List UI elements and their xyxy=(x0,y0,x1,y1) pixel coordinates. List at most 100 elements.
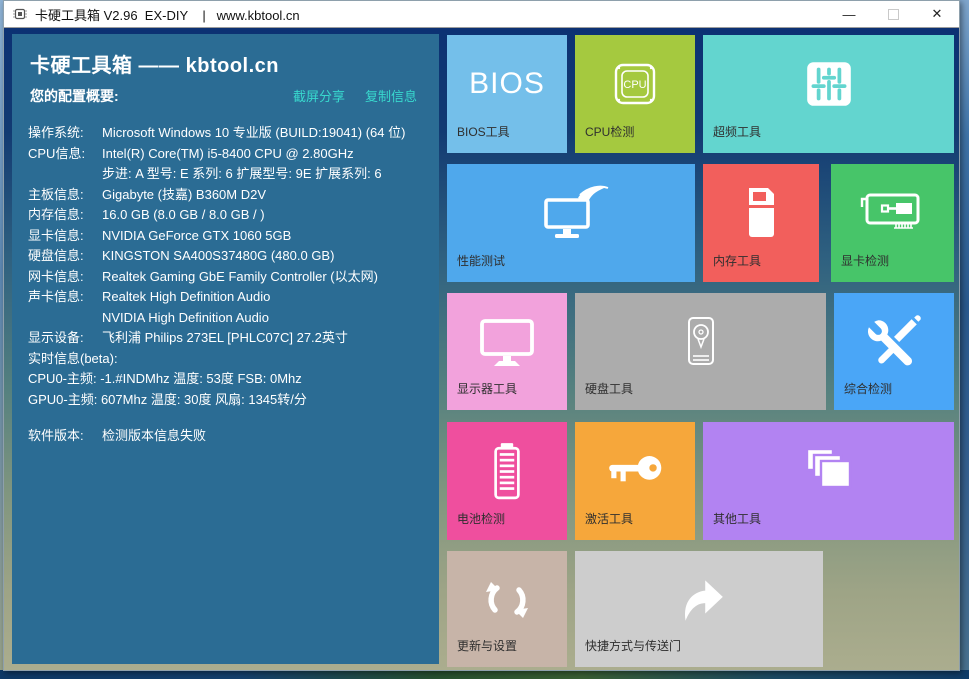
tile-label: 硬盘工具 xyxy=(585,380,633,397)
info-line: 网卡信息:Realtek Gaming GbE Family Controlle… xyxy=(28,267,423,288)
minimize-button[interactable]: — xyxy=(827,1,871,27)
copy-info-link[interactable]: 复制信息 xyxy=(365,86,417,105)
info-line: 主板信息:Gigabyte (技嘉) B360M D2V xyxy=(28,185,423,206)
tile-cpu-detect[interactable]: CPU CPU检测 xyxy=(575,35,695,153)
key-icon xyxy=(575,436,695,506)
info-label: 显卡信息: xyxy=(28,226,102,247)
info-label: 硬盘信息: xyxy=(28,246,102,267)
tile-comprehensive-detect[interactable]: 综合检测 xyxy=(834,293,954,410)
screenshot-share-link[interactable]: 截屏分享 xyxy=(293,86,345,105)
tile-label: 超频工具 xyxy=(713,123,761,140)
info-value: Realtek High Definition Audio xyxy=(102,287,423,308)
curved-arrow-icon xyxy=(575,565,823,635)
info-value: NVIDIA GeForce GTX 1060 5GB xyxy=(102,226,423,247)
tile-performance-test[interactable]: 性能测试 xyxy=(447,164,695,282)
info-spacer xyxy=(28,410,423,426)
svg-text:CPU: CPU xyxy=(623,79,646,91)
tile-label: 快捷方式与传送门 xyxy=(585,637,681,654)
maximize-button[interactable] xyxy=(871,1,915,27)
window-controls: — ✕ xyxy=(827,1,959,27)
main-content: 卡硬工具箱 —— kbtool.cn 您的配置概要: 截屏分享 复制信息 操作系统… xyxy=(4,28,959,670)
info-label xyxy=(28,164,102,185)
info-value: Microsoft Windows 10 专业版 (BUILD:19041) (… xyxy=(102,123,423,144)
info-line: 内存信息:16.0 GB (8.0 GB / 8.0 GB / ) xyxy=(28,205,423,226)
info-value: Realtek Gaming GbE Family Controller (以太… xyxy=(102,267,423,288)
sliders-icon xyxy=(703,49,954,119)
panel-title: 卡硬工具箱 —— kbtool.cn xyxy=(30,49,423,78)
info-label: 主板信息: xyxy=(28,185,102,206)
info-line: 显卡信息:NVIDIA GeForce GTX 1060 5GB xyxy=(28,226,423,247)
info-label: 显示设备: xyxy=(28,328,102,349)
tile-label: CPU检测 xyxy=(585,123,634,140)
tile-label: 综合检测 xyxy=(844,380,892,397)
tile-activation-tools[interactable]: 激活工具 xyxy=(575,422,695,540)
titlebar: 卡硬工具箱 V2.96 EX-DIY | www.kbtool.cn — ✕ xyxy=(4,1,959,28)
panel-links: 截屏分享 复制信息 xyxy=(293,86,423,105)
tile-other-tools[interactable]: 其他工具 xyxy=(703,422,954,540)
info-line: 声卡信息:Realtek High Definition Audio xyxy=(28,287,423,308)
monitor-icon xyxy=(447,307,567,377)
info-value: KINGSTON SA400S37480G (480.0 GB) xyxy=(102,246,423,267)
tile-shortcuts-portal[interactable]: 快捷方式与传送门 xyxy=(575,551,823,667)
info-lines: 操作系统:Microsoft Windows 10 专业版 (BUILD:190… xyxy=(28,123,423,447)
cpu-chip-icon: CPU xyxy=(575,49,695,119)
info-line: NVIDIA High Definition Audio xyxy=(28,308,423,329)
info-label: 内存信息: xyxy=(28,205,102,226)
hard-drive-icon xyxy=(575,307,826,377)
tile-memory-tools[interactable]: 内存工具 xyxy=(703,164,819,282)
info-label: CPU信息: xyxy=(28,144,102,165)
tile-label: 激活工具 xyxy=(585,510,633,527)
tile-disk-tools[interactable]: 硬盘工具 xyxy=(575,293,826,410)
info-line: 软件版本:检测版本信息失败 xyxy=(28,426,423,447)
app-window: 卡硬工具箱 V2.96 EX-DIY | www.kbtool.cn — ✕ 卡… xyxy=(3,0,960,671)
tile-label: 更新与设置 xyxy=(457,637,517,654)
tile-overclock-tools[interactable]: 超频工具 xyxy=(703,35,954,153)
tile-label: 性能测试 xyxy=(457,252,505,269)
info-line: CPU信息:Intel(R) Core(TM) i5-8400 CPU @ 2.… xyxy=(28,144,423,165)
close-button[interactable]: ✕ xyxy=(915,1,959,27)
tile-battery-detect[interactable]: 电池检测 xyxy=(447,422,567,540)
desktop-edge-bottom xyxy=(0,670,969,679)
tile-monitor-tools[interactable]: 显示器工具 xyxy=(447,293,567,410)
info-value: Gigabyte (技嘉) B360M D2V xyxy=(102,185,423,206)
bios-text-icon: BIOS xyxy=(447,49,567,119)
app-icon xyxy=(12,6,28,22)
tile-label: 其他工具 xyxy=(713,510,761,527)
tile-bios-tools[interactable]: BIOS BIOS工具 xyxy=(447,35,567,153)
stacked-pages-icon xyxy=(703,436,954,506)
info-line: GPU0-主频: 607Mhz 温度: 30度 风扇: 1345转/分 xyxy=(28,390,423,411)
tile-label: 显示器工具 xyxy=(457,380,517,397)
info-line: 实时信息(beta): xyxy=(28,349,423,370)
battery-icon xyxy=(447,436,567,506)
window-title: 卡硬工具箱 V2.96 EX-DIY | www.kbtool.cn xyxy=(35,5,300,24)
info-line: 显示设备:飞利浦 Philips 273EL [PHLC07C] 27.2英寸 xyxy=(28,328,423,349)
memory-card-icon xyxy=(703,178,819,248)
info-value: 飞利浦 Philips 273EL [PHLC07C] 27.2英寸 xyxy=(102,328,423,349)
tools-cross-icon xyxy=(834,307,954,377)
tile-label: 内存工具 xyxy=(713,252,761,269)
info-label xyxy=(28,308,102,329)
info-line: 操作系统:Microsoft Windows 10 专业版 (BUILD:190… xyxy=(28,123,423,144)
info-label: 软件版本: xyxy=(28,426,102,447)
info-value: 步进: A 型号: E 系列: 6 扩展型号: 9E 扩展系列: 6 xyxy=(102,164,423,185)
info-value: 16.0 GB (8.0 GB / 8.0 GB / ) xyxy=(102,205,423,226)
info-label: 声卡信息: xyxy=(28,287,102,308)
tile-label: 电池检测 xyxy=(457,510,505,527)
info-line: 步进: A 型号: E 系列: 6 扩展型号: 9E 扩展系列: 6 xyxy=(28,164,423,185)
gpu-card-icon xyxy=(831,178,954,248)
info-value: Intel(R) Core(TM) i5-8400 CPU @ 2.80GHz xyxy=(102,144,423,165)
tile-label: 显卡检测 xyxy=(841,252,889,269)
refresh-icon xyxy=(447,565,567,635)
tile-label: BIOS工具 xyxy=(457,123,510,140)
info-label: 网卡信息: xyxy=(28,267,102,288)
monitor-pen-icon xyxy=(447,178,695,248)
system-info-panel: 卡硬工具箱 —— kbtool.cn 您的配置概要: 截屏分享 复制信息 操作系统… xyxy=(12,34,439,664)
info-value: NVIDIA High Definition Audio xyxy=(102,308,423,329)
info-value: 检测版本信息失败 xyxy=(102,426,423,447)
tile-gpu-detect[interactable]: 显卡检测 xyxy=(831,164,954,282)
info-line: 硬盘信息:KINGSTON SA400S37480G (480.0 GB) xyxy=(28,246,423,267)
info-line: CPU0-主频: -1.#INDMhz 温度: 53度 FSB: 0Mhz xyxy=(28,369,423,390)
panel-subtitle: 您的配置概要: xyxy=(30,86,119,106)
tile-update-settings[interactable]: 更新与设置 xyxy=(447,551,567,667)
maximize-icon xyxy=(888,9,899,20)
